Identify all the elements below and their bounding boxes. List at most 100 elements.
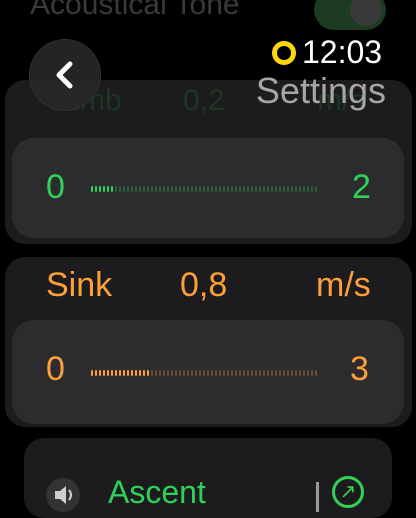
climb-value: 0,2 (183, 84, 225, 117)
time-text: 12:03 (302, 34, 383, 70)
track-segment (251, 186, 253, 192)
track-segment (243, 370, 245, 376)
track-segment (163, 370, 165, 376)
track-segment (207, 370, 209, 376)
track-segment (211, 186, 213, 192)
track-segment-filled (91, 370, 93, 376)
track-segment-filled (91, 186, 93, 192)
track-segment (291, 370, 293, 376)
track-segment (299, 370, 301, 376)
track-segment (307, 186, 309, 192)
track-segment (131, 186, 133, 192)
track-segment (239, 370, 241, 376)
speaker-icon (46, 478, 80, 512)
climb-track[interactable] (91, 186, 319, 192)
track-segment-filled (111, 370, 113, 376)
track-segment-filled (147, 370, 149, 376)
track-segment (175, 370, 177, 376)
sink-unit: m/s (316, 266, 371, 304)
track-segment-filled (95, 370, 97, 376)
track-segment-filled (111, 186, 113, 192)
divider (316, 482, 319, 512)
sink-min: 0 (46, 350, 65, 388)
track-segment (287, 186, 289, 192)
track-segment (223, 186, 225, 192)
track-segment-filled (127, 370, 129, 376)
track-segment (283, 370, 285, 376)
track-segment (163, 186, 165, 192)
track-segment (223, 370, 225, 376)
track-segment-filled (103, 186, 105, 192)
toggle-knob (350, 0, 382, 26)
track-segment (155, 370, 157, 376)
track-segment-filled (107, 186, 109, 192)
track-segment (147, 186, 149, 192)
track-segment (123, 186, 125, 192)
track-segment (295, 186, 297, 192)
track-segment (275, 186, 277, 192)
track-segment (259, 186, 261, 192)
sink-slider[interactable]: 0 3 (12, 320, 404, 424)
track-segment (211, 370, 213, 376)
track-segment-filled (139, 370, 141, 376)
open-external-icon[interactable]: ↗ (332, 476, 364, 508)
track-segment (275, 370, 277, 376)
track-segment (243, 186, 245, 192)
track-segment (263, 186, 265, 192)
climb-min: 0 (46, 168, 65, 206)
sink-value: 0,8 (180, 266, 228, 304)
track-segment (227, 186, 229, 192)
track-segment (219, 186, 221, 192)
ascent-sound-row[interactable]: Ascent ↗ (24, 438, 392, 518)
track-segment (195, 186, 197, 192)
track-segment (235, 370, 237, 376)
sink-track[interactable] (91, 370, 319, 376)
climb-slider[interactable]: 0 2 (12, 138, 404, 238)
track-segment-filled (143, 370, 145, 376)
track-segment (295, 370, 297, 376)
track-segment (255, 370, 257, 376)
page-title: Settings (255, 70, 386, 111)
track-segment (179, 370, 181, 376)
track-segment (215, 370, 217, 376)
track-segment (135, 186, 137, 192)
track-segment (315, 186, 317, 192)
track-segment-filled (95, 186, 97, 192)
track-segment (279, 370, 281, 376)
track-segment (303, 370, 305, 376)
track-segment (215, 186, 217, 192)
track-segment (183, 186, 185, 192)
track-segment (203, 370, 205, 376)
acoustical-tone-toggle[interactable] (314, 0, 386, 30)
track-segment (127, 186, 129, 192)
track-segment (271, 370, 273, 376)
sink-max: 3 (350, 350, 369, 388)
track-segment (183, 370, 185, 376)
track-segment (155, 186, 157, 192)
track-segment (311, 370, 313, 376)
track-segment (299, 186, 301, 192)
track-segment (227, 370, 229, 376)
track-segment-filled (99, 186, 101, 192)
track-segment (119, 186, 121, 192)
sink-header: Sink 0,8 m/s (0, 262, 416, 310)
track-segment (191, 370, 193, 376)
track-segment (175, 186, 177, 192)
track-segment (167, 370, 169, 376)
track-segment (139, 186, 141, 192)
previous-toggle-row: Acoustical Tone (0, 0, 416, 38)
track-segment (195, 370, 197, 376)
track-segment (307, 370, 309, 376)
track-segment (115, 186, 117, 192)
track-segment-filled (131, 370, 133, 376)
track-segment (199, 370, 201, 376)
track-segment (255, 186, 257, 192)
track-segment (267, 370, 269, 376)
track-segment (179, 186, 181, 192)
back-button[interactable] (30, 40, 100, 110)
track-segment (151, 370, 153, 376)
track-segment (207, 186, 209, 192)
track-segment (151, 186, 153, 192)
track-segment (231, 186, 233, 192)
track-segment (271, 186, 273, 192)
